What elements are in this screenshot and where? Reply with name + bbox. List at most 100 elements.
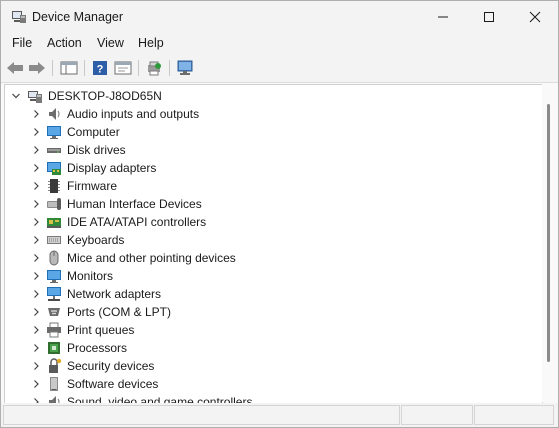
expand-chevron-icon[interactable] bbox=[31, 252, 41, 264]
device-tree[interactable]: DESKTOP-J8OD65N Audio inputs and outputs… bbox=[4, 84, 543, 404]
expand-chevron-icon[interactable] bbox=[31, 360, 41, 372]
expand-chevron-icon[interactable] bbox=[31, 306, 41, 318]
expand-chevron-icon[interactable] bbox=[31, 270, 41, 282]
tree-item-row[interactable]: Network adapters bbox=[5, 285, 542, 303]
tree-root-row[interactable]: DESKTOP-J8OD65N bbox=[5, 87, 542, 105]
device-manager-window: Device Manager File Action View Help ? D… bbox=[0, 0, 559, 428]
properties-button[interactable] bbox=[113, 59, 133, 77]
tree-item-label: Processors bbox=[67, 341, 128, 355]
mouse-icon bbox=[46, 250, 62, 266]
tree-item-label: Disk drives bbox=[67, 143, 126, 157]
tree-item-row[interactable]: Firmware bbox=[5, 177, 542, 195]
close-icon bbox=[529, 11, 541, 23]
scan-for-hardware-changes-button[interactable] bbox=[175, 59, 195, 77]
processor-icon bbox=[46, 340, 62, 356]
title-bar[interactable]: Device Manager bbox=[1, 1, 558, 33]
device-manager-icon bbox=[11, 10, 27, 24]
software-device-icon bbox=[46, 376, 62, 392]
printer-icon bbox=[46, 322, 62, 338]
tree-item-label: Security devices bbox=[67, 359, 155, 373]
tree-item-label: Ports (COM & LPT) bbox=[67, 305, 172, 319]
menu-action[interactable]: Action bbox=[47, 36, 82, 50]
scrollbar-thumb[interactable] bbox=[547, 104, 550, 362]
back-arrow-icon bbox=[7, 62, 23, 74]
tree-item-row[interactable]: Computer bbox=[5, 123, 542, 141]
status-pane-3 bbox=[474, 405, 554, 425]
menu-view[interactable]: View bbox=[97, 36, 124, 50]
toolbar-separator bbox=[138, 60, 139, 76]
tree-item-row[interactable]: Monitors bbox=[5, 267, 542, 285]
back-button[interactable] bbox=[5, 59, 25, 77]
collapse-chevron-icon[interactable] bbox=[11, 90, 21, 102]
display-adapter-icon bbox=[46, 160, 62, 176]
maximize-button[interactable] bbox=[466, 1, 512, 33]
console-tree-icon bbox=[60, 61, 78, 75]
tree-item-row[interactable]: Print queues bbox=[5, 321, 542, 339]
tree-item-row[interactable]: Display adapters bbox=[5, 159, 542, 177]
toolbar-separator bbox=[84, 60, 85, 76]
security-key-icon bbox=[46, 358, 62, 374]
expand-chevron-icon[interactable] bbox=[31, 108, 41, 120]
expand-chevron-icon[interactable] bbox=[31, 198, 41, 210]
tree-item-label: IDE ATA/ATAPI controllers bbox=[67, 215, 207, 229]
forward-arrow-icon bbox=[29, 62, 45, 74]
tree-item-row[interactable]: Human Interface Devices bbox=[5, 195, 542, 213]
close-button[interactable] bbox=[512, 1, 558, 33]
tree-item-label: Network adapters bbox=[67, 287, 162, 301]
status-bar bbox=[1, 403, 558, 427]
tree-item-row[interactable]: IDE ATA/ATAPI controllers bbox=[5, 213, 542, 231]
toolbar: ? bbox=[1, 55, 558, 83]
menu-file[interactable]: File bbox=[12, 36, 32, 50]
forward-button[interactable] bbox=[27, 59, 47, 77]
expand-chevron-icon[interactable] bbox=[31, 144, 41, 156]
window-title: Device Manager bbox=[32, 10, 124, 24]
tree-item-label: Keyboards bbox=[67, 233, 125, 247]
status-pane-main bbox=[3, 405, 400, 425]
tree-item-row[interactable]: Processors bbox=[5, 339, 542, 357]
network-adapter-icon bbox=[46, 286, 62, 302]
tree-item-label: Computer bbox=[67, 125, 120, 139]
ide-controller-icon bbox=[46, 214, 62, 230]
tree-item-label: Firmware bbox=[67, 179, 117, 193]
help-icon: ? bbox=[93, 61, 107, 76]
minimize-button[interactable] bbox=[420, 1, 466, 33]
menu-help[interactable]: Help bbox=[138, 36, 164, 50]
properties-window-icon bbox=[114, 61, 132, 75]
hid-icon bbox=[46, 196, 62, 212]
tree-item-label: Mice and other pointing devices bbox=[67, 251, 236, 265]
minimize-icon bbox=[438, 16, 448, 18]
update-driver-icon bbox=[148, 61, 161, 76]
speaker-icon bbox=[46, 106, 62, 122]
tree-item-row[interactable]: Keyboards bbox=[5, 231, 542, 249]
update-driver-button[interactable] bbox=[144, 59, 164, 77]
expand-chevron-icon[interactable] bbox=[31, 180, 41, 192]
tree-item-row[interactable]: Ports (COM & LPT) bbox=[5, 303, 542, 321]
computer-host-icon bbox=[27, 88, 43, 104]
expand-chevron-icon[interactable] bbox=[31, 288, 41, 300]
tree-item-row[interactable]: Security devices bbox=[5, 357, 542, 375]
tree-item-label: Audio inputs and outputs bbox=[67, 107, 200, 121]
computer-icon bbox=[46, 124, 62, 140]
vertical-scrollbar[interactable] bbox=[542, 84, 556, 402]
toolbar-separator bbox=[169, 60, 170, 76]
expand-chevron-icon[interactable] bbox=[31, 126, 41, 138]
tree-item-row[interactable]: Audio inputs and outputs bbox=[5, 105, 542, 123]
menu-bar: File Action View Help bbox=[1, 33, 558, 55]
expand-chevron-icon[interactable] bbox=[31, 216, 41, 228]
scan-hardware-icon bbox=[177, 60, 193, 75]
tree-item-row[interactable]: Software devices bbox=[5, 375, 542, 393]
toolbar-separator bbox=[52, 60, 53, 76]
maximize-icon bbox=[484, 12, 494, 22]
expand-chevron-icon[interactable] bbox=[31, 342, 41, 354]
status-pane-2 bbox=[401, 405, 473, 425]
expand-chevron-icon[interactable] bbox=[31, 378, 41, 390]
tree-item-row[interactable]: Disk drives bbox=[5, 141, 542, 159]
tree-item-label: Display adapters bbox=[67, 161, 157, 175]
expand-chevron-icon[interactable] bbox=[31, 324, 41, 336]
expand-chevron-icon[interactable] bbox=[31, 162, 41, 174]
tree-item-label: Print queues bbox=[67, 323, 135, 337]
tree-item-row[interactable]: Mice and other pointing devices bbox=[5, 249, 542, 267]
help-button[interactable]: ? bbox=[90, 59, 110, 77]
show-hide-console-tree-button[interactable] bbox=[59, 59, 79, 77]
expand-chevron-icon[interactable] bbox=[31, 234, 41, 246]
